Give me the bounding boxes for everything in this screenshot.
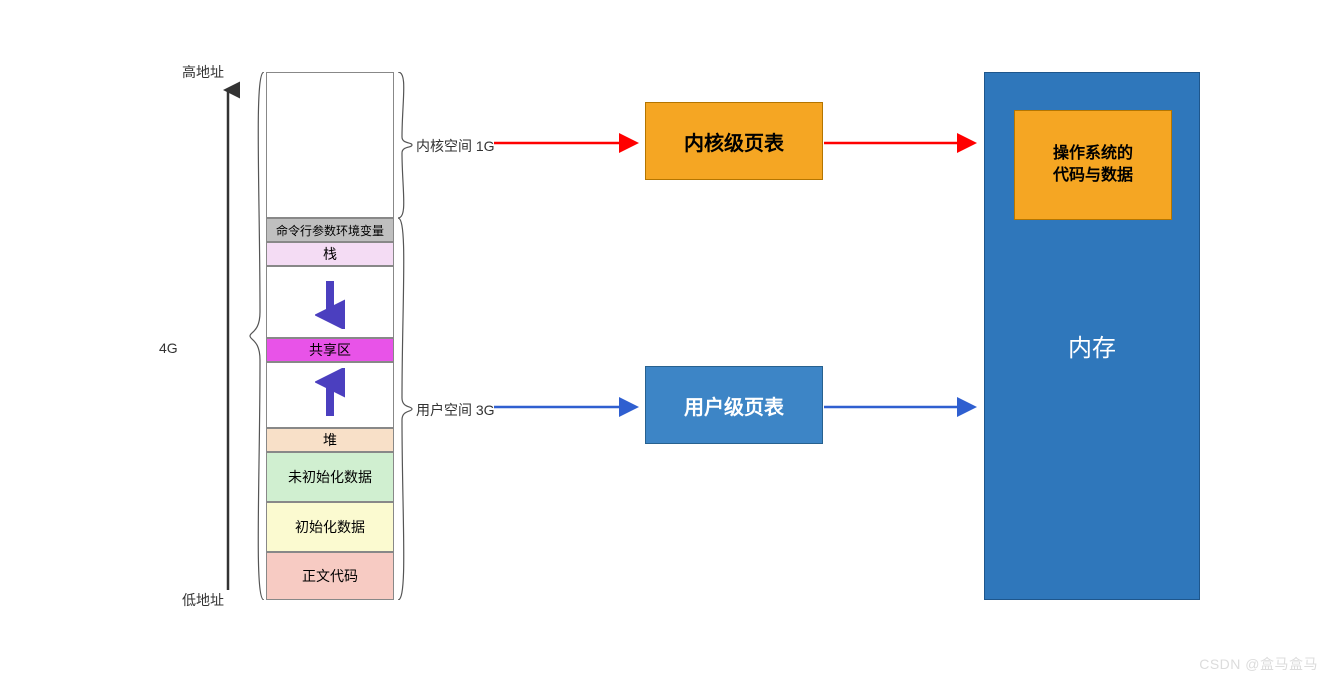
label-low-addr: 低地址 xyxy=(182,590,224,610)
segment-args: 命令行参数环境变量 xyxy=(266,218,394,242)
watermark: CSDN @盒马盒马 xyxy=(1199,654,1318,674)
segment-shared-label: 共享区 xyxy=(309,340,351,360)
segment-data-label: 初始化数据 xyxy=(295,517,365,537)
segment-gap-top xyxy=(266,266,394,338)
segment-args-label: 命令行参数环境变量 xyxy=(276,222,384,239)
arrow-user-1 xyxy=(494,392,644,422)
segment-heap: 堆 xyxy=(266,428,394,452)
box-os-code: 操作系统的 代码与数据 xyxy=(1014,110,1172,220)
segment-kernel-space xyxy=(266,72,394,218)
segment-text-label: 正文代码 xyxy=(302,566,358,586)
label-kernel-space: 内核空间 1G xyxy=(416,136,495,156)
box-os-code-label: 操作系统的 代码与数据 xyxy=(1053,143,1133,188)
box-kernel-table: 内核级页表 xyxy=(645,102,823,180)
segment-heap-label: 堆 xyxy=(323,430,337,450)
label-4g: 4G xyxy=(159,340,178,356)
segment-gap-bottom xyxy=(266,362,394,428)
label-high-addr: 高地址 xyxy=(182,62,224,82)
segment-data: 初始化数据 xyxy=(266,502,394,552)
arrow-kernel-2 xyxy=(824,128,982,158)
segment-stack: 栈 xyxy=(266,242,394,266)
brace-user xyxy=(396,218,414,600)
arrow-user-2 xyxy=(824,392,982,422)
segment-text: 正文代码 xyxy=(266,552,394,600)
segment-shared: 共享区 xyxy=(266,338,394,362)
heap-grow-arrow xyxy=(315,368,345,422)
arrow-kernel-1 xyxy=(494,128,644,158)
box-user-table-label: 用户级页表 xyxy=(684,391,784,420)
stack-grow-arrow xyxy=(315,275,345,329)
box-user-table: 用户级页表 xyxy=(645,366,823,444)
segment-stack-label: 栈 xyxy=(323,244,337,264)
brace-4g xyxy=(248,72,266,600)
label-user-space: 用户空间 3G xyxy=(416,400,495,420)
address-arrow xyxy=(216,80,240,600)
segment-bss: 未初始化数据 xyxy=(266,452,394,502)
box-memory-label: 内存 xyxy=(1068,328,1116,363)
segment-bss-label: 未初始化数据 xyxy=(288,467,372,487)
box-kernel-table-label: 内核级页表 xyxy=(684,127,784,156)
brace-kernel xyxy=(396,72,414,218)
